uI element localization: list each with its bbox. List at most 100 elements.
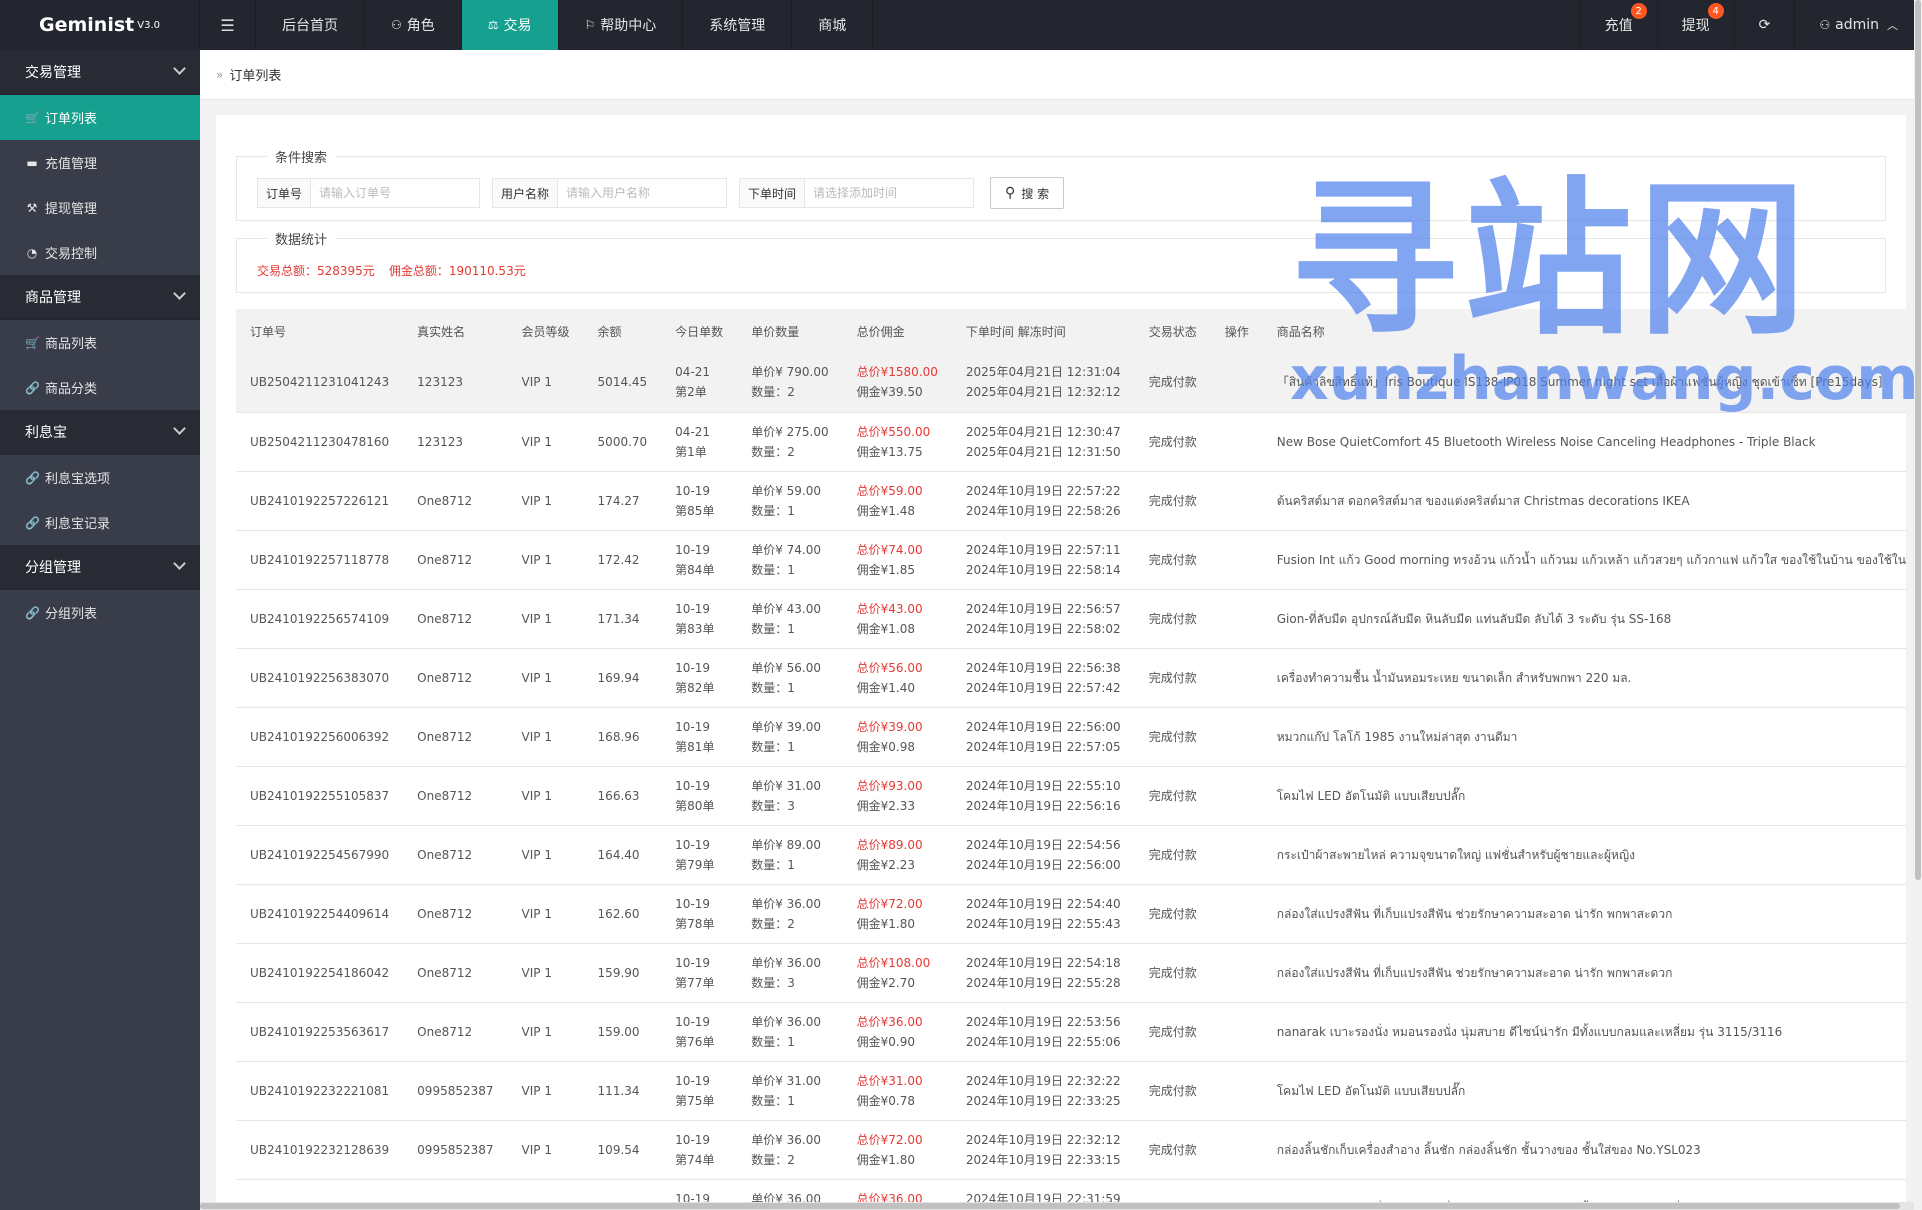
actions-cell[interactable] — [1210, 1061, 1263, 1121]
sidebar-item-1-1[interactable]: 🔗 商品分类 — [0, 365, 200, 410]
vertical-scroll-thumb[interactable] — [1915, 0, 1921, 880]
table-row[interactable]: UB2410192257226121 One8712 VIP 1 174.27 10-1… — [236, 471, 1906, 531]
search-button[interactable]: ⚲ 搜 索 — [990, 177, 1065, 209]
total-commission-cell-total: 总价¥550.00 — [856, 424, 931, 439]
sidebar-group-3[interactable]: 分组管理 — [0, 545, 200, 590]
sidebar-item-0-2[interactable]: ⚒ 提现管理 — [0, 185, 200, 230]
table-row[interactable]: UB2410192232128639 0995852387 VIP 1 109.54 1… — [236, 1120, 1906, 1180]
total-commission-cell: 总价¥59.00 佣金¥1.48 — [842, 471, 952, 531]
order-time-cell: 2024年10月19日 22:54:40 2024年10月19日 22:55:43 — [951, 884, 1135, 944]
refresh-icon[interactable]: ⟳ — [1733, 0, 1795, 50]
real-name-cell: 123123 — [403, 353, 508, 413]
order-no-cell: UB2504211231041243 — [236, 353, 404, 413]
topnav-item-4[interactable]: 系统管理 — [683, 0, 793, 50]
sidebar-item-3-0[interactable]: 🔗 分组列表 — [0, 590, 200, 635]
order-no-cell: UB2410192256383070 — [236, 648, 404, 708]
actions-cell[interactable] — [1210, 825, 1263, 885]
table-row[interactable]: UB2410192254409614 One8712 VIP 1 162.60 10-1… — [236, 884, 1906, 944]
actions-cell[interactable] — [1210, 412, 1263, 472]
username-input[interactable] — [558, 179, 727, 207]
order-no-cell-order: UB2504211230478160 — [250, 434, 390, 449]
actions-cell[interactable] — [1210, 766, 1263, 826]
table-row[interactable]: UB2410192254186042 One8712 VIP 1 159.90 10-1… — [236, 943, 1906, 1003]
table-row[interactable]: UB2410192254567990 One8712 VIP 1 164.40 10-1… — [236, 825, 1906, 885]
order-time-cell-t2: 2024年10月19日 22:56:00 — [965, 857, 1121, 872]
table-row[interactable]: UB2410192232221081 0995852387 VIP 1 111.34 1… — [236, 1061, 1906, 1121]
total-commission-cell-comm: 佣金¥0.90 — [856, 1034, 915, 1049]
balance-cell: 164.40 — [583, 825, 662, 885]
menu-icon[interactable]: ☰ — [200, 0, 256, 50]
balance-cell: 172.42 — [583, 530, 662, 590]
recharge-button[interactable]: 充值 2 — [1579, 0, 1657, 50]
status-cell: 完成付款 — [1134, 589, 1211, 649]
real-name-cell-name: One8712 — [417, 847, 473, 862]
sidebar-item-2-1[interactable]: 🔗 利息宝记录 — [0, 500, 200, 545]
status-cell-status: 完成付款 — [1148, 788, 1197, 803]
link-icon: 🔗 — [25, 515, 40, 530]
table-row[interactable]: UB2410192253563617 One8712 VIP 1 159.00 10-1… — [236, 1002, 1906, 1062]
table-row[interactable]: UB2410192256006392 One8712 VIP 1 168.96 10-1… — [236, 707, 1906, 767]
actions-cell[interactable] — [1210, 1002, 1263, 1062]
member-level-cell: VIP 1 — [507, 1120, 584, 1180]
today-orders-cell-count: 第76单 — [675, 1034, 715, 1049]
order-time-cell: 2024年10月19日 22:54:18 2024年10月19日 22:55:28 — [951, 943, 1135, 1003]
topnav-item-1[interactable]: ⚇ 角色 — [365, 0, 462, 50]
actions-cell[interactable] — [1210, 884, 1263, 944]
order-no-input[interactable] — [311, 179, 480, 207]
order-time-input[interactable] — [805, 179, 974, 207]
horizontal-scroll-thumb[interactable] — [200, 1203, 1900, 1209]
order-no-cell: UB2410192257118778 — [236, 530, 404, 590]
table-header-row: 订单号 真实姓名 会员等级 余额 今日单数 单价数量 总价佣金 下单时间 解冻时间 交易状态 操作… — [236, 309, 1906, 353]
topnav-item-label: 交易 — [503, 18, 532, 34]
member-level-cell: VIP 1 — [507, 707, 584, 767]
price-qty-cell-price: 单价¥ 31.00 — [751, 778, 821, 793]
balance-cell-balance: 169.94 — [597, 670, 640, 685]
sidebar-item-0-1[interactable]: ▬ 充值管理 — [0, 140, 200, 185]
table-row[interactable]: UB2504211231041243 123123 VIP 1 5014.45 04-2… — [236, 353, 1906, 413]
order-time-cell: 2024年10月19日 22:32:22 2024年10月19日 22:33:25 — [951, 1061, 1135, 1121]
user-menu[interactable]: ⚇ admin ︿ — [1794, 0, 1922, 50]
status-cell-status: 完成付款 — [1148, 965, 1197, 980]
table-row[interactable]: UB2504211230478160 123123 VIP 1 5000.70 04-2… — [236, 412, 1906, 472]
order-no-cell: UB2504211230478160 — [236, 412, 404, 472]
search-button-label: 搜 索 — [1021, 186, 1050, 201]
actions-cell[interactable] — [1210, 530, 1263, 590]
actions-cell[interactable] — [1210, 589, 1263, 649]
actions-cell[interactable] — [1210, 1120, 1263, 1180]
balance-cell: 171.34 — [583, 589, 662, 649]
sidebar-item-1-0[interactable]: 🛒 商品列表 — [0, 320, 200, 365]
table-row[interactable]: UB2410192256574109 One8712 VIP 1 171.34 10-1… — [236, 589, 1906, 649]
horizontal-scrollbar[interactable] — [200, 1202, 1914, 1210]
table-row[interactable]: UB2410192255105837 One8712 VIP 1 166.63 10-1… — [236, 766, 1906, 826]
actions-cell[interactable] — [1210, 353, 1263, 413]
member-level-cell-level: VIP 1 — [521, 611, 552, 626]
today-orders-cell: 10-19 第78单 — [661, 884, 738, 944]
price-qty-cell-qty: 数量：3 — [751, 975, 795, 990]
topnav-item-0[interactable]: 后台首页 — [256, 0, 365, 50]
sidebar-group-0[interactable]: 交易管理 — [0, 50, 200, 95]
sidebar-item-0-0[interactable]: 🛒 订单列表 — [0, 95, 200, 140]
sidebar-item-2-0[interactable]: 🔗 利息宝选项 — [0, 455, 200, 500]
price-qty-cell-price: 单价¥ 36.00 — [751, 896, 821, 911]
topnav-item-5[interactable]: 商城 — [792, 0, 874, 50]
status-cell-status: 完成付款 — [1148, 906, 1197, 921]
app-logo[interactable]: Geminist V3.0 — [0, 0, 200, 50]
member-level-cell: VIP 1 — [507, 471, 584, 531]
goods-name-cell: กล่องลิ้นชักเก็บเครื่องสำอาง ลิ้นชัก กล่… — [1262, 1120, 1906, 1180]
price-qty-cell: 单价¥ 36.00 数量：1 — [737, 1002, 843, 1062]
topnav-item-3[interactable]: ⚐ 帮助中心 — [559, 0, 684, 50]
sidebar-item-0-3[interactable]: ◔ 交易控制 — [0, 230, 200, 275]
actions-cell[interactable] — [1210, 707, 1263, 767]
sidebar-group-2[interactable]: 利息宝 — [0, 410, 200, 455]
withdraw-button[interactable]: 提现 4 — [1656, 0, 1734, 50]
table-row[interactable]: UB2410192257118778 One8712 VIP 1 172.42 10-1… — [236, 530, 1906, 590]
column-header: 下单时间 解冻时间 — [965, 324, 1066, 339]
sidebar-group-1[interactable]: 商品管理 — [0, 275, 200, 320]
actions-cell[interactable] — [1210, 648, 1263, 708]
topnav-item-2[interactable]: ⚖ 交易 — [461, 0, 559, 50]
actions-cell[interactable] — [1210, 943, 1263, 1003]
table-row[interactable]: UB2410192256383070 One8712 VIP 1 169.94 10-1… — [236, 648, 1906, 708]
actions-cell[interactable] — [1210, 471, 1263, 531]
today-orders-cell-count: 第75单 — [675, 1093, 715, 1108]
vertical-scrollbar[interactable] — [1914, 0, 1922, 1210]
